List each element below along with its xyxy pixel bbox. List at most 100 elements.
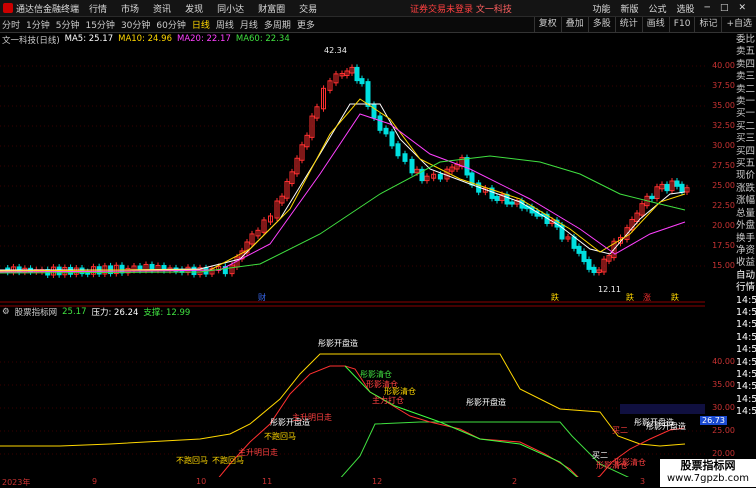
kline-chart[interactable] — [0, 44, 705, 477]
date-label: 2 — [512, 477, 518, 486]
side-label[interactable]: 14:5 — [736, 369, 756, 381]
watermark-url: www.7gpzb.com — [667, 473, 749, 484]
period-toolbar: 分时 1分钟 5分钟 15分钟 30分钟 60分钟 日线 周线 月线 多周期 更多 复权 叠加 多股 统计… — [0, 17, 756, 33]
indicator-gear-icon[interactable]: ⚙ — [2, 307, 10, 317]
side-label[interactable]: 买五 — [736, 158, 756, 170]
chart-tool-tab[interactable]: 统计 — [614, 17, 642, 32]
period-tab[interactable]: 1分钟 — [26, 18, 50, 31]
indicator-support: 支撑: 12.99 — [143, 308, 191, 318]
event-marker[interactable]: 跌 — [671, 292, 679, 303]
price-tick: 30.00 — [712, 141, 735, 150]
chart-tool-tab[interactable]: 复权 — [533, 17, 561, 32]
period-tab[interactable]: 60分钟 — [156, 18, 185, 31]
side-label[interactable]: 买三 — [736, 133, 756, 145]
app-title: 通达信金融终端 — [16, 4, 80, 15]
menu-newversion[interactable]: 新版 — [620, 2, 638, 15]
side-label[interactable]: 现价 — [736, 170, 756, 182]
candle-body — [504, 193, 510, 205]
side-label[interactable]: 换手 — [736, 233, 756, 245]
side-label[interactable]: 买一 — [736, 108, 756, 120]
app-logo-icon — [3, 3, 13, 13]
side-label[interactable]: 卖二 — [736, 84, 756, 96]
side-label[interactable]: 14:5 — [736, 381, 756, 393]
event-marker[interactable]: 财 — [258, 292, 266, 303]
side-label[interactable]: 14:5 — [736, 344, 756, 356]
period-tab[interactable]: 15分钟 — [85, 18, 114, 31]
menu-market2[interactable]: 市场 — [121, 2, 139, 15]
chart-tool-tab[interactable]: 标记 — [694, 17, 721, 32]
menu-assistant[interactable]: 同小达 — [217, 2, 244, 15]
side-label[interactable]: 涨跌 — [736, 183, 756, 195]
indicator-resist: 压力: 26.24 — [91, 308, 139, 318]
price-tick: 32.50 — [712, 121, 735, 130]
menu-formula[interactable]: 公式 — [648, 2, 666, 15]
close-icon[interactable]: ✕ — [738, 3, 746, 13]
indicator-name[interactable]: 股票指标网 — [15, 306, 58, 318]
menu-function[interactable]: 功能 — [592, 2, 610, 15]
side-label[interactable]: 总量 — [736, 208, 756, 220]
chart-tool-tab[interactable]: 多股 — [587, 17, 615, 32]
indicator-tick: 30.00 — [712, 403, 735, 412]
watermark: 股票指标网 www.7gpzb.com — [660, 459, 756, 487]
menu-wealth[interactable]: 财富圈 — [258, 2, 285, 15]
period-tab[interactable]: 多周期 — [264, 18, 291, 31]
chart-tool-tabs: 复权 叠加 多股 统计 画线 F10 标记 +自选 — [533, 17, 756, 32]
minimize-icon[interactable]: ─ — [705, 3, 710, 13]
period-tab[interactable]: 更多 — [297, 18, 315, 31]
side-label[interactable]: 卖五 — [736, 46, 756, 58]
candle-body — [359, 78, 365, 85]
low-price-label: 12.11 — [598, 285, 621, 294]
side-label[interactable]: 行情 — [736, 282, 756, 294]
side-label[interactable]: 外盘 — [736, 220, 756, 232]
side-label[interactable]: 14:5 — [736, 307, 756, 319]
period-tab[interactable]: 5分钟 — [56, 18, 80, 31]
price-tick: 25.00 — [712, 181, 735, 190]
period-tab[interactable]: 周线 — [216, 18, 234, 31]
date-label: 10 — [196, 477, 207, 486]
event-marker[interactable]: 涨 — [643, 292, 651, 303]
indicator-tick: 25.00 — [712, 426, 735, 435]
candle-body — [402, 153, 408, 162]
signal-label: 形影清仓 — [384, 387, 416, 396]
chart-tool-tab[interactable]: F10 — [668, 17, 695, 32]
candle-body — [679, 183, 685, 193]
maximize-icon[interactable]: □ — [720, 3, 729, 13]
side-label[interactable]: 涨幅 — [736, 195, 756, 207]
menu-trade[interactable]: 交易 — [299, 2, 317, 15]
side-label[interactable]: 卖四 — [736, 59, 756, 71]
chart-tool-tab[interactable]: +自选 — [721, 17, 756, 32]
menu-discover[interactable]: 发现 — [185, 2, 203, 15]
signal-label: 买二 — [592, 451, 608, 460]
event-marker[interactable]: 跌 — [551, 292, 559, 303]
side-label[interactable]: 买四 — [736, 146, 756, 158]
side-label[interactable]: 14:5 — [736, 394, 756, 406]
side-label[interactable]: 14:5 — [736, 295, 756, 307]
period-tab[interactable]: 日线 — [192, 18, 210, 31]
price-tick: 22.50 — [712, 201, 735, 210]
signal-label: 买二 — [612, 426, 628, 435]
login-notice[interactable]: 证券交易未登录 文一科技 — [410, 2, 512, 15]
side-label[interactable]: 14:5 — [736, 357, 756, 369]
side-label[interactable]: 自动 — [736, 270, 756, 282]
date-label: 12 — [372, 477, 383, 486]
signal-label: 不跑回马 — [176, 456, 208, 465]
chart-tool-tab[interactable]: 叠加 — [560, 17, 588, 32]
event-marker[interactable]: 跌 — [626, 292, 634, 303]
menu-news[interactable]: 资讯 — [153, 2, 171, 15]
period-tab[interactable]: 30分钟 — [121, 18, 150, 31]
menu-market[interactable]: 行情 — [89, 2, 107, 15]
side-label[interactable]: 14:5 — [736, 319, 756, 331]
chart-tool-tab[interactable]: 画线 — [641, 17, 669, 32]
period-tab[interactable]: 分时 — [2, 18, 20, 31]
side-label[interactable]: 收益 — [736, 257, 756, 269]
side-label[interactable]: 14:5 — [736, 332, 756, 344]
side-label[interactable]: 净资 — [736, 245, 756, 257]
side-label[interactable]: 委比 — [736, 34, 756, 46]
side-label[interactable]: 买二 — [736, 121, 756, 133]
side-label[interactable]: 卖一 — [736, 96, 756, 108]
side-label[interactable]: 卖三 — [736, 71, 756, 83]
side-label[interactable]: 14:5 — [736, 406, 756, 418]
menu-pick[interactable]: 选股 — [677, 2, 695, 15]
candle-body — [119, 264, 125, 274]
period-tab[interactable]: 月线 — [240, 18, 258, 31]
